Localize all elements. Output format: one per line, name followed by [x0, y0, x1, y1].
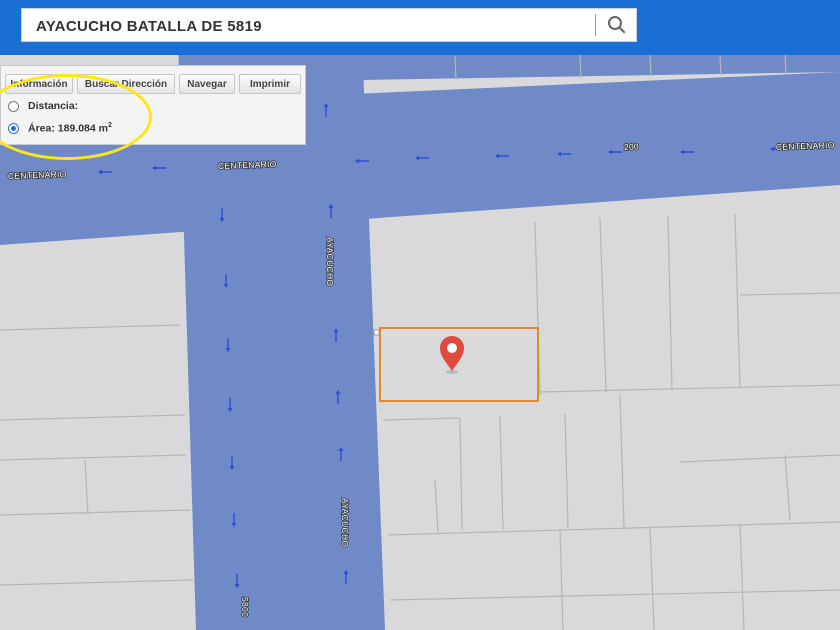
navigate-button[interactable]: Navegar — [179, 74, 235, 94]
distance-option[interactable]: Distancia: — [8, 100, 78, 112]
search-icon — [608, 16, 626, 34]
search-box — [21, 8, 637, 43]
street-label-centenario: CENTENARIO — [8, 169, 67, 181]
area-unit-exponent: 2 — [107, 122, 112, 129]
search-button[interactable] — [602, 11, 632, 39]
street-label-centenario: CENTENARIO — [776, 140, 835, 152]
house-number-label: 200 — [624, 141, 639, 152]
measure-tools-panel: Información Buscar Dirección Navegar Imp… — [0, 65, 306, 145]
search-divider — [595, 14, 596, 36]
street-label-centenario: CENTENARIO — [218, 159, 277, 171]
area-radio[interactable] — [8, 122, 19, 134]
area-label: Área: 189.084 m2 — [28, 122, 112, 135]
header-bar — [0, 0, 840, 55]
street-label-ayacucho: AYACUCHO — [340, 498, 350, 547]
print-button[interactable]: Imprimir — [239, 74, 301, 94]
parcel-vertex-handle[interactable] — [373, 329, 380, 336]
area-value: Área: 189.084 m — [28, 122, 108, 135]
distance-radio[interactable] — [8, 100, 19, 112]
search-address-button[interactable]: Buscar Dirección — [77, 74, 175, 94]
area-option[interactable]: Área: 189.084 m2 — [8, 122, 112, 135]
info-button[interactable]: Información — [5, 74, 73, 94]
distance-label: Distancia: — [28, 100, 79, 112]
house-number-label: 5800 — [240, 597, 250, 617]
search-input[interactable] — [34, 9, 598, 43]
street-label-ayacucho: AYACUCHO — [325, 237, 335, 286]
